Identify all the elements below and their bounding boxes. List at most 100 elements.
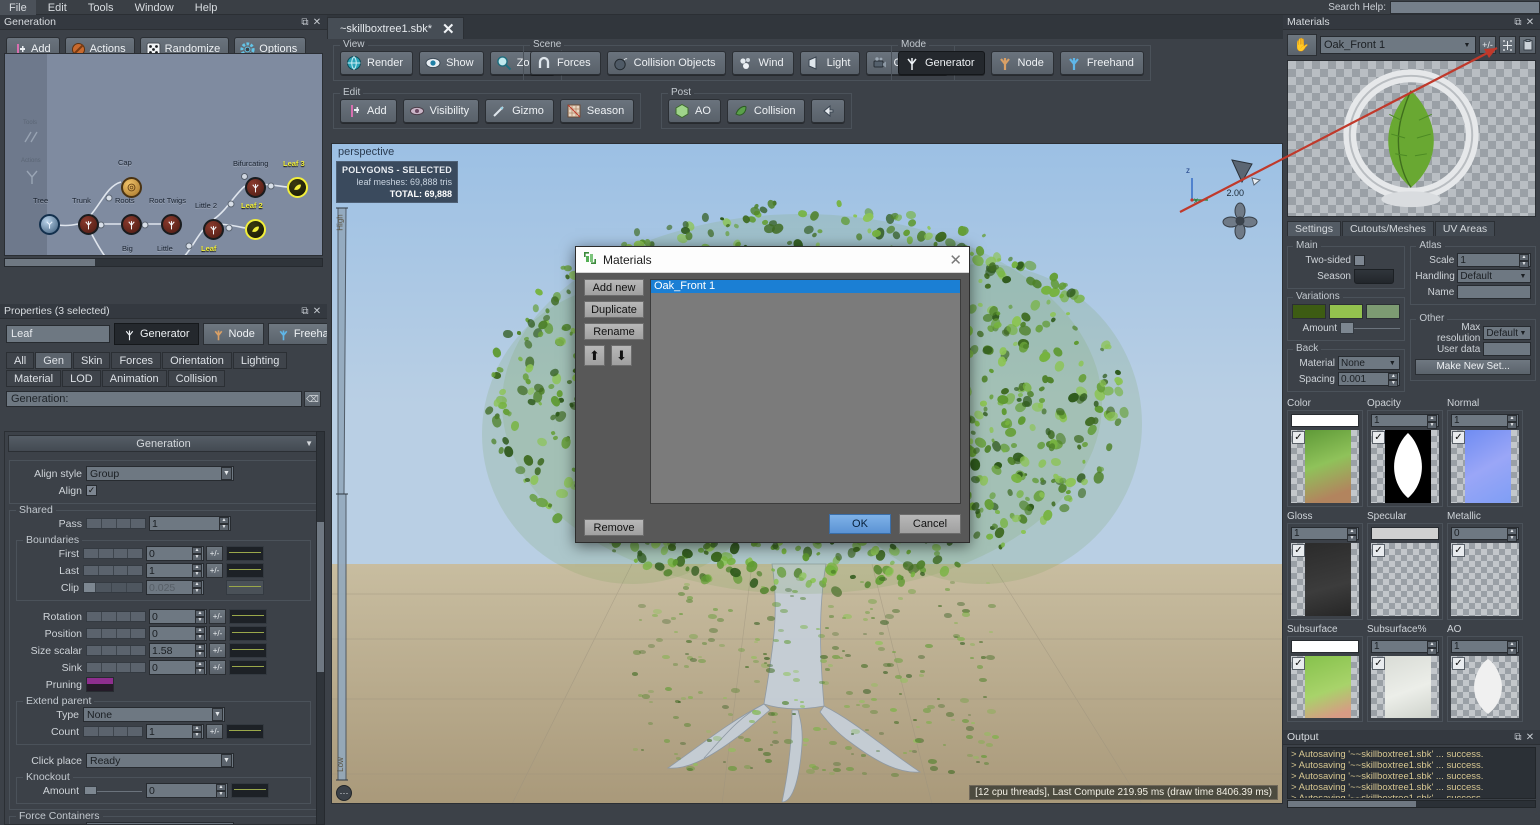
post-collision-button[interactable]: Collision [727, 99, 806, 123]
graph-node-little-2[interactable] [203, 219, 224, 240]
ao-enable-checkbox[interactable]: ✓ [1452, 657, 1465, 670]
close-icon[interactable]: ✕ [1524, 732, 1536, 743]
ao-thumbnail[interactable]: ✓ [1451, 656, 1519, 718]
opacity-stepper[interactable]: ▲▼ [1427, 415, 1437, 426]
output-log[interactable]: > Autosaving '~~skillboxtree1.sbk' ... s… [1287, 747, 1536, 799]
count-input[interactable]: 1 ▲▼ [146, 724, 204, 739]
chevron-down-icon[interactable]: ▼ [212, 708, 223, 721]
sink-input[interactable]: 0 ▲▼ [149, 660, 207, 675]
metallic-input[interactable]: 0 ▲▼ [1451, 527, 1519, 540]
gloss-stepper[interactable]: ▲▼ [1347, 528, 1357, 539]
back-spacing-input[interactable]: 0.001 ▲▼ [1338, 372, 1400, 386]
back-spacing-stepper[interactable]: ▲▼ [1388, 373, 1398, 385]
ao-stepper[interactable]: ▲▼ [1507, 641, 1517, 652]
undock-icon[interactable]: ⧉ [299, 306, 311, 317]
fit-icon[interactable] [1499, 36, 1516, 54]
close-icon[interactable]: ✕ [949, 251, 962, 269]
tab-material[interactable]: Material [6, 370, 61, 387]
amount-curve-preview[interactable] [231, 783, 269, 798]
tab-all[interactable]: All [6, 352, 34, 369]
normal-enable-checkbox[interactable]: ✓ [1452, 431, 1465, 444]
tab-uv-areas[interactable]: UV Areas [1435, 221, 1495, 236]
variation-swatch-2[interactable] [1329, 304, 1363, 319]
undock-icon[interactable]: ⧉ [1512, 732, 1524, 743]
season-color-swatch[interactable] [1354, 269, 1394, 284]
graph-node-bifurcating[interactable] [245, 177, 266, 198]
subsurface-percent-stepper[interactable]: ▲▼ [1427, 641, 1437, 652]
opacity-input[interactable]: 1 ▲▼ [1371, 414, 1439, 427]
collision-objects-button[interactable]: Collision Objects [607, 51, 726, 75]
first-plusminus-button[interactable]: +/- [206, 546, 223, 561]
metallic-enable-checkbox[interactable]: ✓ [1452, 544, 1465, 557]
count-slider[interactable] [83, 726, 143, 737]
opacity-enable-checkbox[interactable]: ✓ [1372, 431, 1385, 444]
first-curve-preview[interactable] [226, 546, 264, 561]
count-plusminus-button[interactable]: +/- [206, 724, 223, 739]
clip-input[interactable]: 0.025 ▲▼ [146, 580, 204, 595]
mode-generator-button[interactable]: Generator [898, 51, 985, 75]
amount-slider[interactable] [83, 785, 143, 796]
last-plusminus-button[interactable]: +/- [206, 563, 223, 578]
position-plusminus-button[interactable]: +/- [209, 626, 226, 641]
last-slider[interactable] [83, 565, 143, 576]
last-stepper[interactable]: ▲▼ [192, 564, 202, 577]
subsurface-percent-enable-checkbox[interactable]: ✓ [1372, 657, 1385, 670]
amount-stepper[interactable]: ▲▼ [216, 784, 226, 797]
ok-button[interactable]: OK [829, 514, 891, 534]
tab-animation[interactable]: Animation [102, 370, 167, 387]
light-button[interactable]: Light [800, 51, 861, 75]
materials-dialog-list[interactable]: Oak_Front 1 [650, 279, 961, 504]
show-button[interactable]: Show [419, 51, 484, 75]
last-curve-preview[interactable] [226, 563, 264, 578]
chevron-down-icon[interactable]: ▼ [1518, 273, 1528, 280]
size-scalar-plusminus-button[interactable]: +/- [209, 643, 226, 658]
generator-name-input[interactable] [6, 325, 110, 343]
subsurface-percent-thumbnail[interactable]: ✓ [1371, 656, 1439, 718]
lod-slider[interactable]: High Low [334, 204, 352, 789]
ao-input[interactable]: 1 ▲▼ [1451, 640, 1519, 653]
close-icon[interactable]: ✕ [1524, 17, 1536, 28]
subsurface-bar[interactable] [1291, 640, 1359, 653]
gloss-enable-checkbox[interactable]: ✓ [1292, 544, 1305, 557]
output-hscrollbar[interactable] [1287, 800, 1536, 808]
pass-input[interactable]: 1 ▲▼ [149, 516, 231, 531]
clip-stepper[interactable]: ▲▼ [192, 581, 202, 594]
material-preview[interactable] [1287, 60, 1536, 217]
tab-forces[interactable]: Forces [111, 352, 161, 369]
close-icon[interactable]: ✕ [311, 306, 323, 317]
materials-dialog[interactable]: Materials ✕ Add new Duplicate Rename ⬆ ⬇… [575, 246, 970, 543]
position-stepper[interactable]: ▲▼ [195, 627, 205, 640]
metallic-thumbnail[interactable]: ✓ [1451, 543, 1519, 616]
atlas-scale-input[interactable]: 1 ▲▼ [1457, 253, 1531, 267]
click-place-select[interactable]: Ready ▼ [86, 753, 234, 768]
wind-button[interactable]: Wind [732, 51, 794, 75]
specular-bar[interactable] [1371, 527, 1439, 540]
add-new-button[interactable]: Add new [584, 279, 644, 296]
visibility-button[interactable]: Visibility [403, 99, 480, 123]
position-input[interactable]: 0 ▲▼ [149, 626, 207, 641]
menu-file[interactable]: File [0, 0, 36, 15]
chevron-down-icon[interactable]: ▼ [305, 439, 313, 448]
rotation-stepper[interactable]: ▲▼ [195, 610, 205, 623]
viewport-menu-icon[interactable]: ⋯ [336, 785, 352, 801]
align-style-select[interactable]: Group ▼ [86, 466, 234, 481]
properties-filter-input[interactable] [6, 391, 302, 407]
tab-collision[interactable]: Collision [168, 370, 226, 387]
first-input[interactable]: 0 ▲▼ [146, 546, 204, 561]
tab-orientation[interactable]: Orientation [162, 352, 232, 369]
plus-minus-button[interactable]: +/- [1479, 36, 1496, 54]
rotation-plusminus-button[interactable]: +/- [209, 609, 226, 624]
list-item[interactable]: Oak_Front 1 [651, 280, 960, 293]
back-material-select[interactable]: None ▼ [1338, 356, 1400, 370]
atlas-handling-select[interactable]: Default ▼ [1457, 269, 1531, 283]
tab-cutouts-meshes[interactable]: Cutouts/Meshes [1342, 221, 1434, 236]
tab-gen[interactable]: Gen [35, 352, 72, 369]
properties-scroll-area[interactable]: Generation ▼ Align style Group ▼ Align ✓ [4, 431, 323, 825]
chevron-down-icon[interactable]: ▼ [1518, 330, 1528, 337]
variation-swatch-3[interactable] [1366, 304, 1400, 319]
last-input[interactable]: 1 ▲▼ [146, 563, 204, 578]
tab-lighting[interactable]: Lighting [233, 352, 288, 369]
chevron-down-icon[interactable]: ▼ [1387, 360, 1397, 367]
rename-button[interactable]: Rename [584, 323, 644, 340]
forces-button[interactable]: Forces [530, 51, 601, 75]
